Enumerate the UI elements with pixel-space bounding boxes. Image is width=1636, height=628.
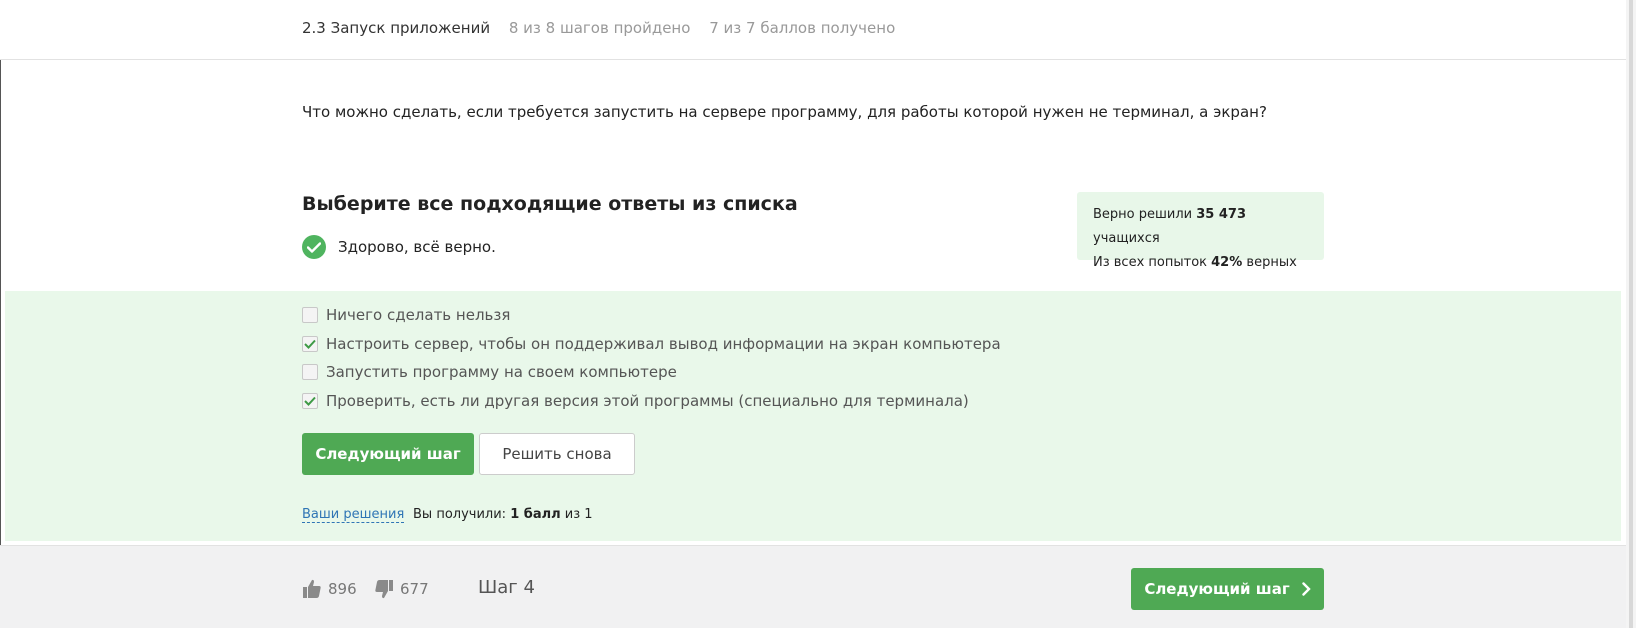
score-suffix: из 1: [564, 507, 593, 522]
stats-box: Верно решили 35 473 учащихся Из всех поп…: [1077, 192, 1324, 270]
chevron-right-icon: [1301, 582, 1311, 596]
answer-option[interactable]: Настроить сервер, чтобы он поддерживал в…: [302, 335, 1001, 353]
footer-next-step-label: Следующий шаг: [1144, 580, 1290, 598]
step-number: Шаг 4: [478, 577, 535, 598]
checkmark-icon: [304, 396, 316, 406]
stats-solved-prefix: Верно решили: [1093, 207, 1193, 222]
answers-panel: [5, 291, 1621, 541]
stats-attempts: Из всех попыток 42% верных: [1093, 251, 1308, 275]
answer-label: Ничего сделать нельзя: [326, 306, 511, 324]
result-text: Здорово, всё верно.: [338, 238, 496, 256]
like-count: 896: [328, 580, 357, 598]
lesson-title[interactable]: 2.3 Запуск приложений: [302, 19, 490, 37]
stats-solved-suffix: учащихся: [1093, 231, 1160, 246]
stats-attempts-prefix: Из всех попыток: [1093, 255, 1207, 270]
next-step-button[interactable]: Следующий шаг: [302, 433, 474, 475]
your-solutions-link[interactable]: Ваши решения: [302, 507, 405, 523]
dislike-button[interactable]: 677: [374, 578, 429, 600]
dislike-count: 677: [400, 580, 429, 598]
checkmark-icon: [304, 339, 316, 349]
stats-solved: Верно решили 35 473 учащихся: [1093, 203, 1308, 251]
answer-checkbox[interactable]: [302, 364, 318, 380]
answer-option[interactable]: Проверить, есть ли другая версия этой пр…: [302, 392, 969, 410]
stats-solved-count: 35 473: [1196, 207, 1247, 222]
stats-attempts-percent: 42%: [1211, 255, 1243, 270]
answer-label: Проверить, есть ли другая версия этой пр…: [326, 392, 969, 410]
answer-label: Запустить программу на своем компьютере: [326, 363, 677, 381]
thumbs-up-icon: [303, 579, 321, 598]
like-button[interactable]: 896: [302, 578, 357, 600]
stats-attempts-suffix: верных: [1246, 255, 1297, 270]
steps-progress: 8 из 8 шагов пройдено: [508, 19, 691, 37]
success-check-icon: [302, 235, 326, 259]
answer-checkbox[interactable]: [302, 307, 318, 323]
retry-button[interactable]: Решить снова: [479, 433, 635, 475]
scrollbar-thumb[interactable]: [1629, 0, 1633, 628]
score-value: 1 балл: [510, 507, 561, 522]
answer-option[interactable]: Запустить программу на своем компьютере: [302, 363, 677, 381]
footer-next-step-button[interactable]: Следующий шаг: [1131, 568, 1324, 610]
answer-label: Настроить сервер, чтобы он поддерживал в…: [326, 335, 1001, 353]
points-progress: 7 из 7 баллов получено: [709, 19, 896, 37]
score-text: Вы получили: 1 балл из 1: [413, 507, 593, 522]
lesson-header: 2.3 Запуск приложений 8 из 8 шагов пройд…: [0, 0, 1626, 60]
left-border: [0, 0, 1, 628]
result-message: Здорово, всё верно.: [302, 235, 496, 259]
answer-option[interactable]: Ничего сделать нельзя: [302, 306, 510, 324]
breadcrumb: 2.3 Запуск приложений 8 из 8 шагов пройд…: [302, 19, 895, 37]
thumbs-down-icon: [375, 580, 393, 599]
question-text: Что можно сделать, если требуется запуст…: [302, 103, 1267, 121]
answer-checkbox[interactable]: [302, 393, 318, 409]
task-heading: Выберите все подходящие ответы из списка: [302, 193, 798, 215]
step-footer: 896 677 Шаг 4 Следующий шаг: [0, 545, 1626, 628]
answer-checkbox[interactable]: [302, 336, 318, 352]
score-prefix: Вы получили:: [413, 507, 507, 522]
